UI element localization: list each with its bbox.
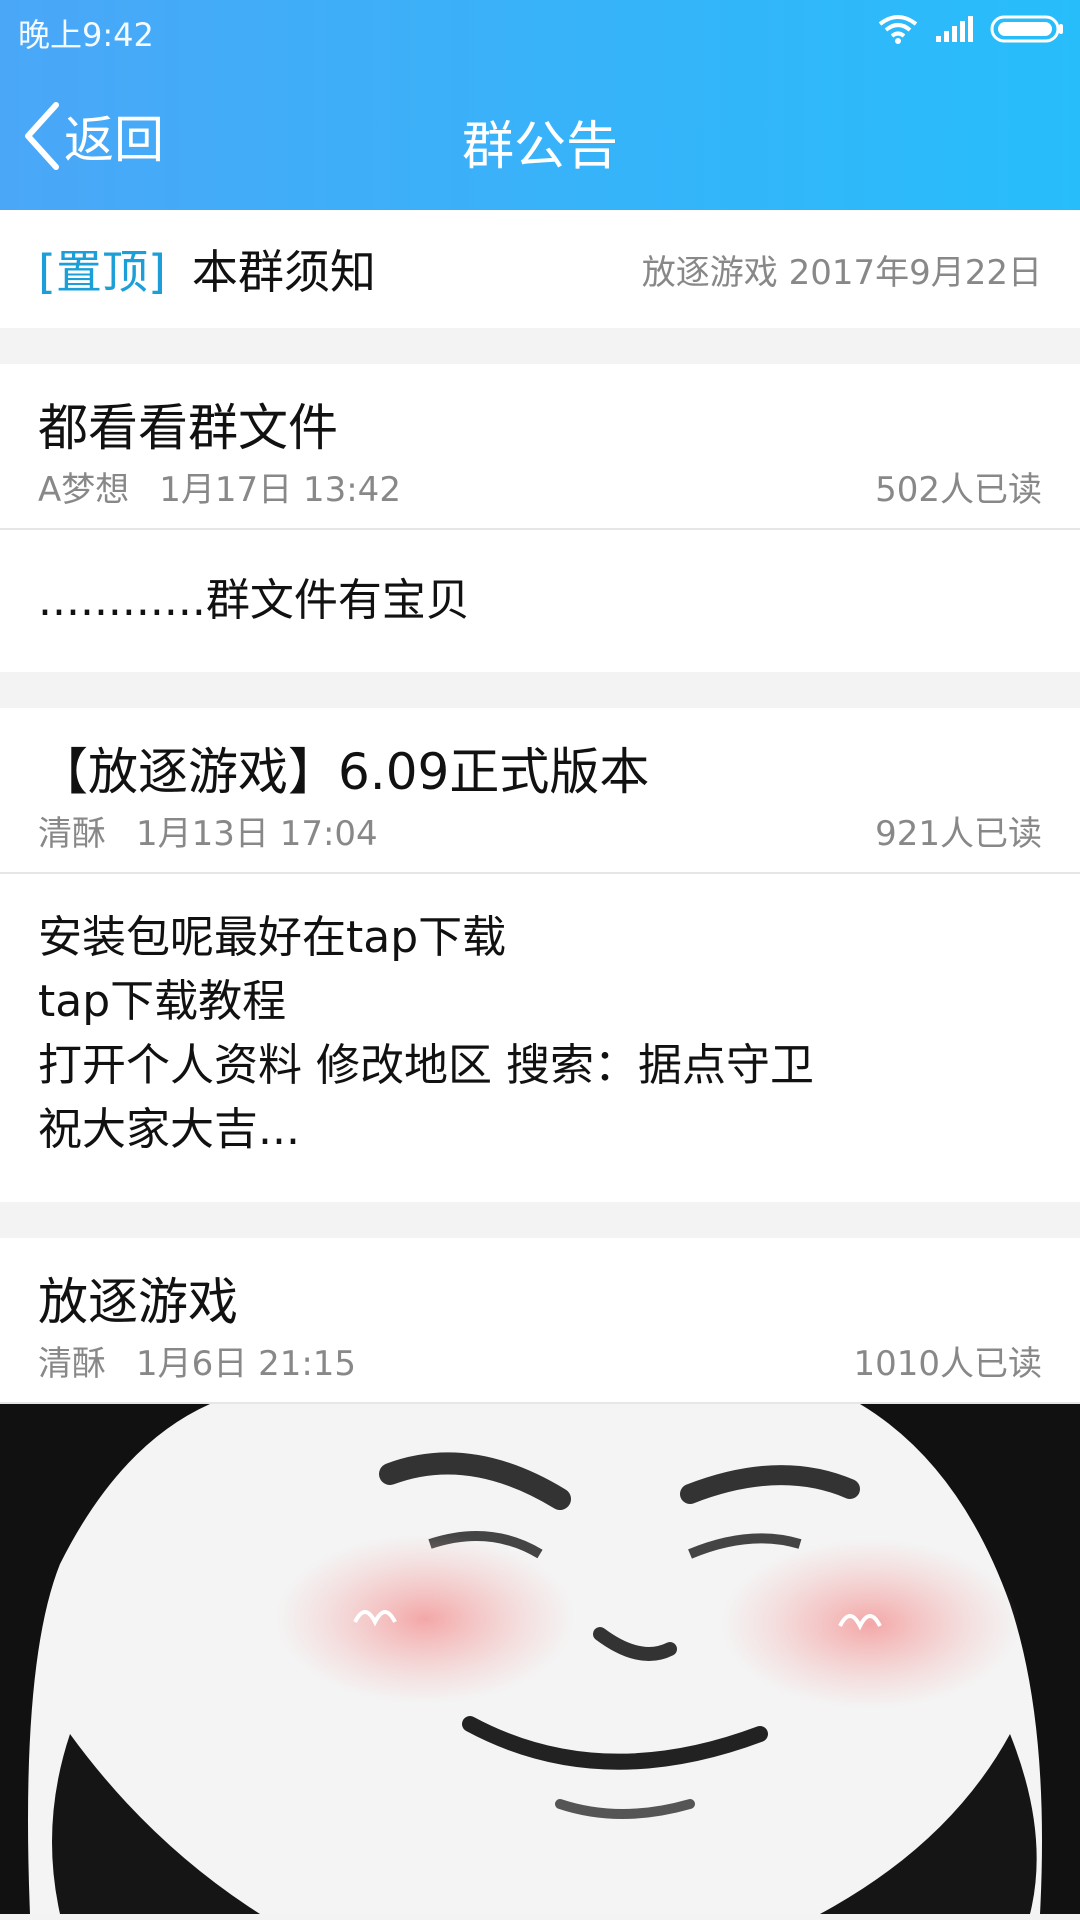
page-title: 群公告 [461, 117, 618, 177]
app-header: 晚上9:42 返回 群公告 [0, 0, 1080, 210]
read-count: 1010人已读 [853, 1344, 1042, 1384]
announcement-body: ............群文件有宝贝 [0, 530, 1080, 672]
announcement-header: 都看看群文件 A梦想 1月17日 13:42 502人已读 [0, 364, 1080, 528]
announcement-header: 【放逐游戏】6.09正式版本 清酥 1月13日 17:04 921人已读 [0, 708, 1080, 872]
announcement-title: 都看看群文件 [38, 399, 338, 457]
status-icons [878, 14, 1064, 44]
announcement-list: [置顶] 本群须知 放逐游戏 2017年9月22日 都看看群文件 A梦想 1月17… [0, 210, 1080, 1914]
battery-icon [990, 15, 1063, 43]
announcement-card[interactable]: 放逐游戏 清酥 1月6日 21:15 1010人已读 [0, 1238, 1080, 1914]
section-gap [0, 672, 1080, 708]
read-count: 921人已读 [875, 814, 1042, 854]
body-line: 打开个人资料 修改地区 搜索：据点守卫 [38, 1040, 814, 1091]
signal-icon [936, 16, 973, 42]
pinned-title: 本群须知 [191, 245, 376, 299]
announcement-time: 1月6日 21:15 [136, 1344, 357, 1384]
announcement-author: 清酥 [38, 1344, 106, 1384]
body-line: 安装包呢最好在tap下载 [38, 912, 507, 963]
body-line: tap下载教程 [38, 976, 287, 1027]
announcement-author: 清酥 [38, 814, 106, 854]
section-gap [0, 1202, 1080, 1238]
announcement-title: 放逐游戏 [38, 1273, 238, 1331]
announcement-header: 放逐游戏 清酥 1月6日 21:15 1010人已读 [0, 1238, 1080, 1402]
announcement-time: 1月17日 13:42 [159, 470, 401, 510]
announcement-body: 安装包呢最好在tap下载 tap下载教程 打开个人资料 修改地区 搜索：据点守卫… [0, 874, 1080, 1202]
body-line: ............群文件有宝贝 [38, 575, 470, 626]
pinned-tag: [置顶] [38, 245, 166, 299]
read-count: 502人已读 [875, 470, 1042, 510]
pinned-meta: 放逐游戏 2017年9月22日 [641, 252, 1042, 293]
panda-face-illustration [0, 1404, 1080, 1914]
announcement-author: A梦想 [38, 470, 130, 510]
announcement-card[interactable]: 都看看群文件 A梦想 1月17日 13:42 502人已读 ...........… [0, 364, 1080, 672]
announcement-meta: 清酥 1月13日 17:04 [38, 806, 378, 855]
announcement-title: 【放逐游戏】6.09正式版本 [38, 743, 650, 801]
announcement-meta: 清酥 1月6日 21:15 [38, 1336, 356, 1385]
announcement-meta: A梦想 1月17日 13:42 [38, 462, 401, 511]
section-gap [0, 328, 1080, 364]
announcement-card[interactable]: 【放逐游戏】6.09正式版本 清酥 1月13日 17:04 921人已读 安装包呢… [0, 708, 1080, 1202]
announcement-time: 1月13日 17:04 [136, 814, 378, 854]
body-line: 祝大家大吉... [38, 1104, 300, 1155]
panda-meme-image[interactable] [0, 1404, 1080, 1914]
wifi-icon [878, 15, 918, 44]
pinned-announcement[interactable]: [置顶] 本群须知 放逐游戏 2017年9月22日 [0, 210, 1080, 328]
status-time: 晚上9:42 [18, 16, 154, 54]
